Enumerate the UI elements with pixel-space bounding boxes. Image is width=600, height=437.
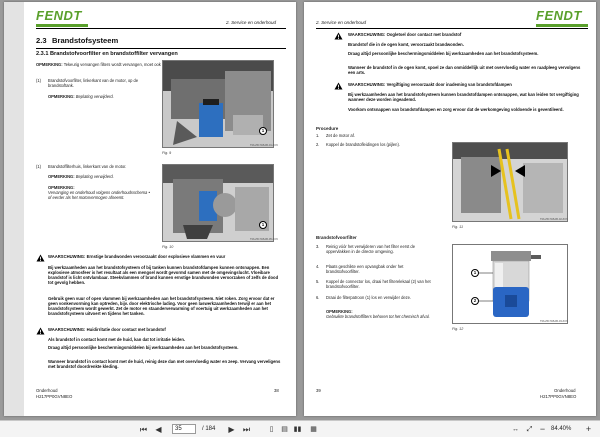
two-page-continuous-icon[interactable]: ▦	[308, 424, 319, 435]
subsection-title: 2.3.1 Brandstofvoorfilter en brandstoffi…	[36, 51, 178, 57]
step-text: Zet de motor af.	[326, 133, 355, 138]
section-rule	[36, 48, 286, 49]
figure-12-ref: TRL25171BAB-03.ZOV	[540, 320, 569, 323]
warning-title: WAARSCHUWING: Vergiftiging veroorzaakt d…	[348, 82, 512, 87]
header-rule	[36, 28, 286, 29]
warning-paragraph: Bij werkzaamheden aan het brandstofsyste…	[48, 265, 279, 285]
section-number: 2.3	[36, 36, 47, 45]
filter-housing-illustration	[163, 165, 273, 241]
running-header: 2. Service en onderhoud	[226, 20, 277, 25]
step-number: (1)	[36, 78, 42, 83]
pdf-page-right: 2. Service en onderhoud FENDT WAARSCHUWI…	[304, 2, 596, 416]
warning-triangle-icon	[36, 254, 45, 262]
note-label: OPMERKING:	[36, 62, 63, 67]
callout-1: 1	[259, 221, 267, 229]
callout-1: 1	[259, 127, 267, 135]
page-number-input[interactable]: 35	[172, 424, 196, 434]
step-number: 1.	[316, 133, 320, 138]
warning-triangle-icon	[334, 82, 343, 90]
warning-paragraph: Brandstof die in de ogen komt, veroorzaa…	[348, 42, 464, 47]
warning-triangle-icon	[334, 32, 343, 40]
step-text: Koppel de brandstofleidingen los (pijlen…	[326, 142, 400, 147]
step-note: OPMERKING: Beplating verwijderd.	[48, 174, 114, 179]
viewer-statusbar: ⏮ ◀ 35 / 184 ▶ ⏭ ▯ ▤ ▮▮ ▦ ↔ ⤢ − 84.40% +	[0, 420, 600, 437]
figure-9-ref: TRL25171BAB-01.ZOV	[250, 144, 279, 147]
page-number: 38	[274, 388, 279, 393]
page-total: / 184	[202, 426, 216, 432]
step-number: 6.	[316, 295, 320, 300]
step-number: 3.	[316, 244, 320, 249]
figure-10-caption: Fig. 10	[162, 245, 174, 249]
figure-11-caption: Fig. 11	[452, 225, 463, 229]
warning-title: WAARSCHUWING: Huidirritatie door contact…	[48, 327, 166, 332]
footer-section: Onderhoud	[36, 388, 58, 393]
figure-9-photo: 1	[162, 60, 274, 148]
running-header: 2. Service en onderhoud	[316, 20, 367, 25]
continuous-view-icon[interactable]: ▤	[279, 424, 290, 435]
next-page-button[interactable]: ▶	[226, 424, 237, 435]
engine-photo-illustration	[163, 61, 273, 147]
footer-section: Onderhoud	[554, 388, 576, 393]
step-note: OPMERKING: Beplating verwijderd.	[48, 94, 114, 99]
footer-docid: H217PP0GVN8EO	[36, 394, 73, 399]
warning-paragraph: Als brandstof in contact komt met de hui…	[48, 337, 186, 342]
warning-paragraph: Gebruik geen vuur of open vlammen bij we…	[48, 296, 275, 316]
warning-paragraph: Voorkom ontsnappen van brandstofdampen e…	[348, 107, 564, 112]
warning-paragraph: Wanneer de brandstof in de ogen komt, sp…	[348, 65, 581, 75]
fit-page-icon[interactable]: ⤢	[524, 424, 535, 435]
figure-12-caption: Fig. 12	[452, 327, 464, 331]
header-rule	[316, 28, 588, 29]
note-text: Gebruikte brandstoffilters behoren tot h…	[326, 314, 430, 319]
two-page-view-icon[interactable]: ▮▮	[292, 424, 303, 435]
figure-10-ref: TRL25171BAB-05.ZOV	[250, 238, 279, 241]
fuel-prefilter-illustration	[453, 245, 567, 323]
step-text: Brandstofvoorfilter, linkerkant van de m…	[48, 78, 139, 88]
warning-title: WAARSCHUWING: Ernstige brandwonden veroo…	[48, 254, 226, 259]
fuel-lines-illustration	[453, 143, 567, 221]
warning-paragraph: Wanneer brandstof in contact komt met de…	[48, 359, 281, 369]
page-number: 39	[316, 388, 321, 393]
page-margin-strip	[4, 2, 24, 416]
figure-9-caption: Fig. 9	[162, 151, 172, 155]
zoom-in-button[interactable]: +	[583, 424, 594, 435]
first-page-button[interactable]: ⏮	[138, 424, 149, 435]
step-text: Draai de filterpatroon (1) los en verwij…	[326, 295, 412, 300]
single-page-view-icon[interactable]: ▯	[266, 424, 277, 435]
figure-10-photo: 1	[162, 164, 274, 242]
fendt-logo: FENDT	[36, 8, 82, 23]
pdf-page-left: FENDT 2. Service en onderhoud 2.3 Brands…	[4, 2, 296, 416]
step-number: 2.	[316, 142, 320, 147]
warning-triangle-icon	[36, 327, 45, 335]
last-page-button[interactable]: ⏭	[241, 424, 252, 435]
step-text: Reinig vóór het verwijderen van het filt…	[326, 244, 415, 254]
callout-2: 2	[471, 297, 479, 305]
step-text: Plaats geschikte een opvangbak onder het…	[326, 264, 404, 274]
figure-11-photo	[452, 142, 568, 222]
step-text: Koppel de connector los, draai het filte…	[326, 279, 431, 289]
step-number: 5.	[316, 279, 320, 284]
section-title: Brandstofsysteem	[52, 36, 119, 45]
subsection-title: Brandstofvoorfilter	[316, 235, 357, 240]
previous-page-button[interactable]: ◀	[153, 424, 164, 435]
callout-1: 1	[471, 269, 479, 277]
warning-title: WAARSCHUWING: Oogletsel door contact met…	[348, 32, 462, 37]
fit-width-icon[interactable]: ↔	[510, 424, 521, 435]
step-text: Brandstoffilterhuis, linkerkant van de m…	[48, 164, 127, 169]
logo-underline	[536, 24, 588, 27]
zoom-level[interactable]: 84.40%	[551, 425, 571, 433]
logo-underline	[36, 24, 88, 27]
footer-docid: H217PP0GVN8EO	[540, 394, 577, 399]
step-number: 4.	[316, 264, 320, 269]
warning-paragraph: Draag altijd persoonlijke beschermingsmi…	[48, 345, 239, 350]
step-note-text: Vervanging en onderhoud volgens onderhou…	[48, 190, 150, 200]
zoom-out-button[interactable]: −	[537, 424, 548, 435]
figure-12-photo: 1 2	[452, 244, 568, 324]
fendt-logo: FENDT	[536, 8, 582, 23]
warning-paragraph: Draag altijd persoonlijke beschermingsmi…	[348, 51, 539, 56]
procedure-label: Procedure	[316, 126, 339, 131]
step-number: (1)	[36, 164, 42, 169]
warning-paragraph: Bij werkzaamheden aan het brandstofsyste…	[348, 92, 579, 102]
figure-11-ref: TRL25171BAB-02.ZOV	[540, 218, 569, 221]
